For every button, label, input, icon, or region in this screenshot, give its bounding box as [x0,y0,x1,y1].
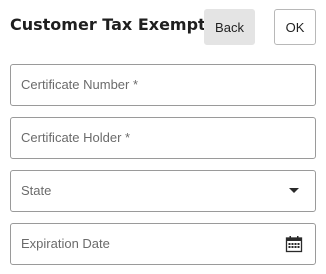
certificate-holder-field[interactable]: Certificate Holder * [10,117,316,159]
expiration-date-placeholder: Expiration Date [21,236,110,251]
certificate-number-field[interactable]: Certificate Number * [10,64,316,106]
calendar-icon[interactable] [285,235,303,253]
customer-tax-exempt-dialog: Customer Tax Exempt Back OK Certificate … [0,0,326,274]
state-select[interactable]: State [10,170,316,212]
chevron-down-icon[interactable] [289,188,299,193]
expiration-date-field[interactable]: Expiration Date [10,223,316,265]
ok-button[interactable]: OK [274,9,316,45]
state-placeholder: State [21,183,52,198]
certificate-number-placeholder: Certificate Number * [21,77,139,92]
dialog-title: Customer Tax Exempt [10,15,206,34]
certificate-holder-placeholder: Certificate Holder * [21,130,131,145]
dialog-header: Customer Tax Exempt Back OK [0,0,326,54]
back-button[interactable]: Back [204,9,255,45]
